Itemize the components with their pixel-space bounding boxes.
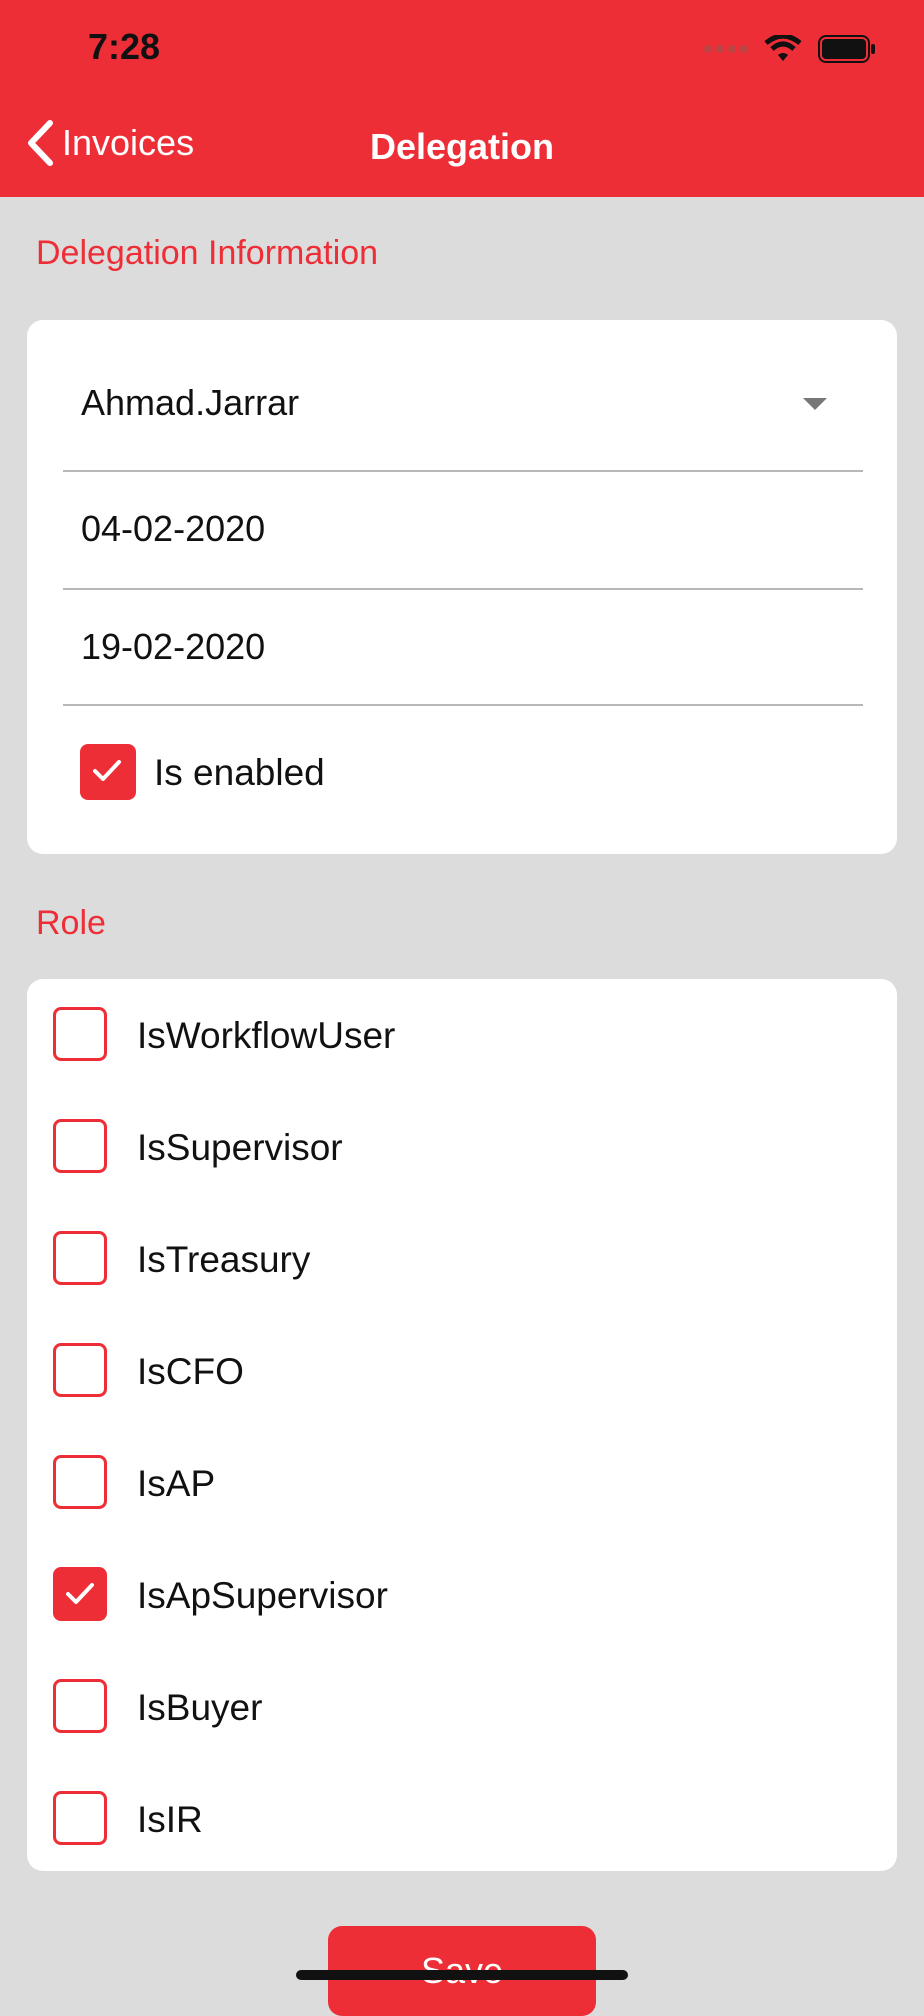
role-row-isir[interactable]: IsIR <box>27 1763 897 1875</box>
is-enabled-checkbox[interactable] <box>80 744 136 800</box>
role-checkbox[interactable] <box>53 1567 107 1621</box>
role-row-issupervisor[interactable]: IsSupervisor <box>27 1091 897 1203</box>
cellular-signal-icon <box>704 45 748 53</box>
home-indicator <box>296 1970 628 1980</box>
role-checkbox[interactable] <box>53 1791 107 1845</box>
role-label: IsWorkflowUser <box>137 1015 396 1056</box>
delegation-section-title: Delegation Information <box>36 234 379 272</box>
role-label: IsTreasury <box>137 1239 311 1280</box>
role-label: IsIR <box>137 1799 203 1840</box>
navigation-header: 7:28 Invoices Delegation <box>0 0 924 197</box>
start-date-value: 04-02-2020 <box>81 508 266 549</box>
wifi-icon <box>764 35 802 61</box>
role-section-title: Role <box>36 904 106 942</box>
role-checkbox[interactable] <box>53 1455 107 1509</box>
status-time: 7:28 <box>88 26 161 67</box>
role-row-iscfo[interactable]: IsCFO <box>27 1315 897 1427</box>
role-label: IsBuyer <box>137 1687 263 1728</box>
role-checkbox[interactable] <box>53 1231 107 1285</box>
page-title: Delegation <box>369 126 555 167</box>
role-checkbox[interactable] <box>53 1119 107 1173</box>
role-label: IsSupervisor <box>137 1127 343 1168</box>
user-dropdown-value: Ahmad.Jarrar <box>81 382 300 423</box>
status-icons <box>704 34 876 64</box>
role-row-isapsupervisor[interactable]: IsApSupervisor <box>27 1539 897 1651</box>
role-row-isworkflowuser[interactable]: IsWorkflowUser <box>27 979 897 1091</box>
role-checkbox[interactable] <box>53 1343 107 1397</box>
role-label: IsCFO <box>137 1351 244 1392</box>
end-date-field[interactable]: 19-02-2020 <box>63 588 863 706</box>
role-card: IsWorkflowUser IsSupervisor IsTreasury I… <box>27 979 897 1871</box>
role-label: IsApSupervisor <box>137 1575 388 1616</box>
role-label: IsAP <box>137 1463 216 1504</box>
role-row-isap[interactable]: IsAP <box>27 1427 897 1539</box>
checkmark-icon <box>93 760 121 781</box>
battery-icon <box>818 35 875 63</box>
checkmark-icon <box>66 1583 94 1604</box>
is-enabled-label: Is enabled <box>154 752 325 793</box>
end-date-value: 19-02-2020 <box>81 626 266 667</box>
role-row-istreasury[interactable]: IsTreasury <box>27 1203 897 1315</box>
role-checkbox[interactable] <box>53 1007 107 1061</box>
role-row-isbuyer[interactable]: IsBuyer <box>27 1651 897 1763</box>
start-date-field[interactable]: 04-02-2020 <box>63 470 863 590</box>
dropdown-arrow-icon <box>803 398 827 410</box>
role-checkbox[interactable] <box>53 1679 107 1733</box>
delegation-card: Ahmad.Jarrar 04-02-2020 19-02-2020 Is en… <box>27 320 897 854</box>
user-dropdown[interactable]: Ahmad.Jarrar <box>63 320 863 472</box>
